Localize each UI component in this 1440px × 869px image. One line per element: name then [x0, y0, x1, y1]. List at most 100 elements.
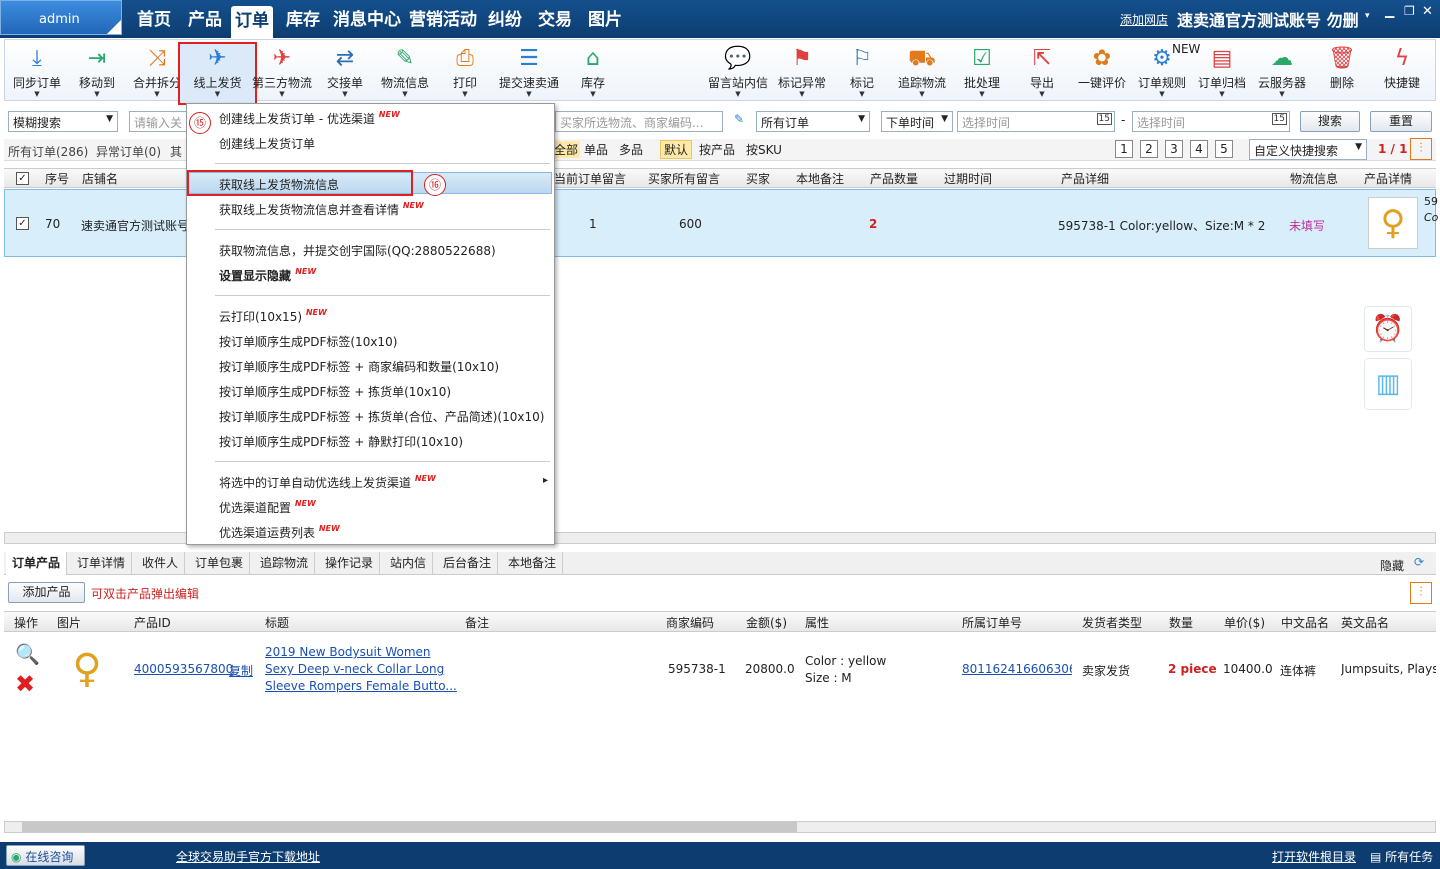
product-title-line1[interactable]: 2019 New Bodysuit Women [265, 645, 431, 659]
view-icon[interactable]: 🔍 [15, 642, 40, 666]
menu-channel-config[interactable]: 优选渠道配置 NEW [219, 499, 316, 516]
tab-abnormal-orders[interactable]: 异常订单(0) [96, 143, 161, 160]
product-id-link[interactable]: 4000593567800 [134, 662, 233, 676]
nav-home[interactable]: 首页 [133, 8, 175, 38]
col-product-info[interactable]: 产品详情 [1364, 170, 1412, 187]
tab-all-orders[interactable]: 所有订单(286) [8, 143, 88, 160]
scroll-thumb[interactable] [22, 822, 797, 832]
menu-channel-freight-list[interactable]: 优选渠道运费列表 NEW [219, 524, 340, 541]
row-checkbox[interactable]: ✓ [16, 217, 29, 230]
start-time-input[interactable]: 选择时间 15 [957, 111, 1115, 132]
menu-create-ship-order[interactable]: 创建线上发货订单 [219, 135, 315, 152]
handover-button[interactable]: ⇄ 交接单 ▼ [314, 44, 376, 98]
chip-multi[interactable]: 多品 [619, 141, 643, 158]
delete-x-icon[interactable]: ✖ [15, 670, 35, 698]
tab-backend-note[interactable]: 后台备注 [437, 552, 499, 575]
col-logistics[interactable]: 物流信息 [1290, 170, 1338, 187]
page-4[interactable]: 4 [1190, 140, 1208, 158]
search-button[interactable]: 搜索 [1300, 111, 1360, 132]
tab-local-note[interactable]: 本地备注 [502, 552, 564, 575]
order-number-link[interactable]: 801162416606306 [962, 662, 1072, 676]
sync-orders-button[interactable]: ⤓ 同步订单 ▼ [6, 44, 68, 98]
col-local-note[interactable]: 本地备注 [796, 170, 844, 187]
page-5[interactable]: 5 [1215, 140, 1233, 158]
nav-trade[interactable]: 交易 [534, 8, 576, 38]
account-selector[interactable]: 速卖通官方测试账号 勿删 [1177, 7, 1359, 31]
restore-icon[interactable]: ❐ [1404, 4, 1415, 18]
col-buyer-msgs[interactable]: 买家所有留言 [648, 170, 720, 187]
settings-sliders-icon[interactable]: ⫶ [1410, 582, 1432, 604]
nav-inventory[interactable]: 库存 [282, 8, 324, 38]
add-shop-link[interactable]: 添加网店 [1120, 11, 1168, 28]
hide-panel-link[interactable]: 隐藏 [1380, 557, 1404, 574]
mark-button[interactable]: ⚐ 标记 ▼ [831, 44, 893, 98]
col-qty[interactable]: 产品数量 [870, 170, 918, 187]
message-button[interactable]: 💬 留言站内信 ▼ [705, 44, 771, 98]
menu-show-hide[interactable]: 设置显示隐藏 NEW [219, 267, 316, 284]
add-product-button[interactable]: 添加产品 [8, 582, 85, 603]
search-type-select[interactable]: 模糊搜索 ▼ [8, 111, 118, 132]
tab-operation-log[interactable]: 操作记录 [319, 552, 381, 575]
batch-process-button[interactable]: ☑ 批处理 ▼ [951, 44, 1013, 98]
shortcut-button[interactable]: ϟ 快捷键 [1371, 44, 1433, 98]
minimize-icon[interactable]: ▁ [1385, 4, 1394, 18]
inventory-button[interactable]: ⌂ 库存 ▼ [562, 44, 624, 98]
reset-button[interactable]: 重置 [1370, 111, 1432, 132]
col-product-detail[interactable]: 产品详细 [1061, 170, 1109, 187]
chip-all[interactable]: 全部 [552, 141, 581, 158]
menu-pdf-label[interactable]: 按订单顺序生成PDF标签(10x10) [219, 333, 397, 350]
alarm-clock-icon[interactable]: ⏰ [1364, 306, 1412, 352]
select-all-checkbox[interactable]: ✓ [16, 172, 29, 185]
page-2[interactable]: 2 [1140, 140, 1158, 158]
delete-button[interactable]: 🗑 删除 [1311, 44, 1373, 98]
col-shop[interactable]: 店铺名 [82, 170, 118, 187]
logistics-info-button[interactable]: ✎ 物流信息 ▼ [374, 44, 436, 98]
col-seq[interactable]: 序号 [45, 170, 69, 187]
submit-aliexpress-button[interactable]: ☰ 提交速卖通 ▼ [494, 44, 564, 98]
time-type-select[interactable]: 下单时间 ▼ [881, 111, 953, 132]
bar-chart-icon[interactable]: ▥ [1364, 358, 1412, 410]
open-root-dir-link[interactable]: 打开软件根目录 [1272, 848, 1356, 865]
menu-create-ship-order-preferred[interactable]: 创建线上发货订单 - 优选渠道 NEW [219, 110, 400, 127]
refresh-icon[interactable]: ⟳ [1414, 555, 1424, 569]
quick-search-select[interactable]: 自定义快捷搜索 ▼ [1249, 139, 1367, 160]
chip-by-product[interactable]: 按产品 [699, 141, 735, 158]
tab-tracking[interactable]: 追踪物流 [254, 552, 316, 575]
user-menu[interactable]: admin [0, 0, 122, 35]
chip-single[interactable]: 单品 [584, 141, 608, 158]
tab-order-products[interactable]: 订单产品 [6, 552, 68, 575]
chip-default[interactable]: 默认 [660, 140, 693, 159]
online-consult-button[interactable]: ◉ 在线咨询 [6, 845, 85, 866]
calendar-icon[interactable]: 15 [1271, 113, 1287, 125]
mark-abnormal-button[interactable]: ⚑ 标记异常 ▼ [771, 44, 833, 98]
product-title-line3[interactable]: Sleeve Rompers Female Butto... [265, 679, 457, 693]
page-1[interactable]: 1 [1115, 140, 1133, 158]
tab-recipient[interactable]: 收件人 [136, 552, 186, 575]
move-to-button[interactable]: ⇥ 移动到 ▼ [66, 44, 128, 98]
keyword-input[interactable]: 请输入关键 [129, 111, 189, 132]
col-shipper-type[interactable]: 发货者类型 [1082, 614, 1142, 631]
product-title-line2[interactable]: Sexy Deep v-neck Collar Long [265, 662, 444, 676]
nav-disputes[interactable]: 纠纷 [484, 8, 526, 38]
cloud-server-button[interactable]: ☁ 云服务器 ▼ [1251, 44, 1313, 98]
col-current-msg[interactable]: 当前订单留言 [554, 170, 626, 187]
export-button[interactable]: ⇱ 导出 ▼ [1011, 44, 1073, 98]
mid-search-input[interactable]: 买家所选物流、商家编码... [555, 111, 723, 132]
menu-cloud-print[interactable]: 云打印(10x15) NEW [219, 308, 327, 325]
account-dropdown-icon[interactable]: ▾ [1365, 11, 1370, 21]
copy-link[interactable]: 复制 [229, 662, 253, 679]
menu-pdf-label-picklist[interactable]: 按订单顺序生成PDF标签 + 拣货单(10x10) [219, 383, 451, 400]
col-expire[interactable]: 过期时间 [944, 170, 992, 187]
download-link[interactable]: 全球交易助手官方下载地址 [176, 848, 320, 865]
menu-pdf-label-silent-print[interactable]: 按订单顺序生成PDF标签 + 静默打印(10x10) [219, 433, 463, 450]
tab-order-details[interactable]: 订单详情 [71, 552, 133, 575]
third-party-logistics-button[interactable]: ✈ 第三方物流 ▼ [250, 44, 314, 98]
tab-site-message[interactable]: 站内信 [384, 552, 434, 575]
menu-auto-preferred-channel[interactable]: 将选中的订单自动优选线上发货渠道 NEW [219, 474, 436, 491]
online-ship-button[interactable]: ✈ 线上发货 ▼ [178, 42, 257, 105]
menu-pdf-label-sku-qty[interactable]: 按订单顺序生成PDF标签 + 商家编码和数量(10x10) [219, 358, 499, 375]
tab-packages[interactable]: 订单包裹 [189, 552, 251, 575]
all-tasks[interactable]: ▤ 所有任务 [1370, 848, 1433, 865]
one-click-review-button[interactable]: ✿ 一键评价 [1071, 44, 1133, 98]
settings-sliders-icon[interactable]: ⫶ [1410, 138, 1432, 160]
